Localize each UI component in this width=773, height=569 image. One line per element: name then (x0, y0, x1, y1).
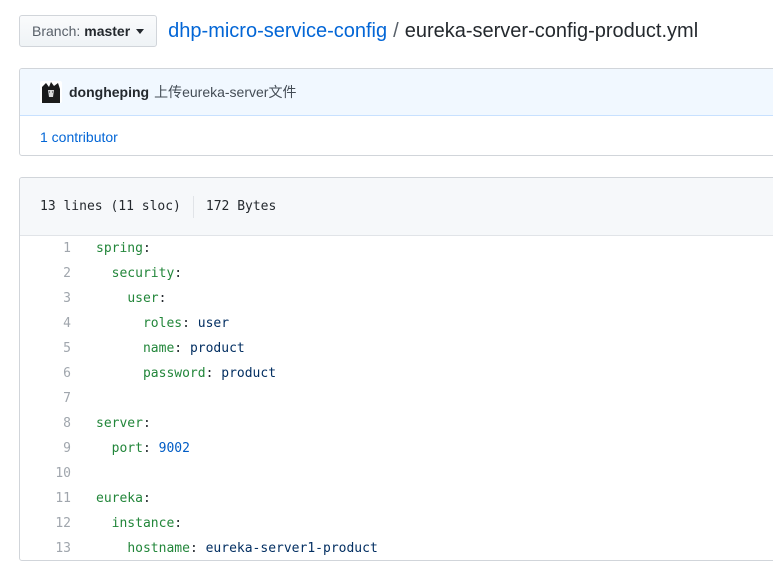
line-number[interactable]: 7 (20, 391, 71, 406)
line-number[interactable]: 1 (20, 241, 71, 256)
commit-message-link[interactable]: 上传eureka-server文件 (154, 82, 296, 102)
line-content: name: product (142, 341, 245, 356)
code-line: 9 port: 9002 (20, 436, 773, 461)
breadcrumb: dhp-micro-service-config / eureka-server… (168, 20, 698, 43)
breadcrumb-repo-link[interactable]: dhp-micro-service-config (168, 20, 387, 43)
file-header: 13 lines (11 sloc) 172 Bytes (20, 178, 773, 236)
yaml-key: server (96, 416, 143, 431)
code-listing: 1 spring: 2 security: 3 user: 4 roles: user 5… (20, 236, 773, 560)
file-size: 172 Bytes (205, 199, 277, 214)
code-line: 1 spring: (20, 236, 773, 261)
line-number[interactable]: 5 (20, 341, 71, 356)
file-navigation: Branch: master dhp-micro-service-config … (19, 13, 698, 49)
yaml-value: 9002 (158, 441, 190, 456)
line-number[interactable]: 8 (20, 416, 71, 431)
line-number[interactable]: 2 (20, 266, 71, 281)
code-line: 3 user: (20, 286, 773, 311)
commit-info-box: dongheping 上传eureka-server文件 1 contribut… (19, 68, 773, 156)
yaml-key: user (127, 291, 159, 306)
line-number[interactable]: 9 (20, 441, 71, 456)
file-viewer: 13 lines (11 sloc) 172 Bytes 1 spring: 2 s… (19, 177, 773, 561)
contributors-link[interactable]: 1 contributor (40, 129, 118, 145)
code-line: 4 roles: user (20, 311, 773, 336)
line-content: user: (127, 291, 167, 306)
code-line: 2 security: (20, 261, 773, 286)
code-line: 6 password: product (20, 361, 773, 386)
line-number[interactable]: 12 (20, 516, 71, 531)
latest-commit: dongheping 上传eureka-server文件 (20, 69, 773, 116)
branch-name: master (84, 23, 131, 39)
yaml-key: port (111, 441, 143, 456)
code-line: 7 (20, 386, 773, 411)
yaml-key: security (111, 266, 175, 281)
line-content: security: (111, 266, 183, 281)
code-line: 12 instance: (20, 511, 773, 536)
line-content: spring: (96, 241, 151, 256)
yaml-key: roles (142, 316, 183, 331)
line-content: instance: (111, 516, 183, 531)
yaml-key: hostname (127, 541, 190, 556)
yaml-key: spring (96, 241, 143, 256)
file-line-count: 13 lines (11 sloc) (40, 199, 181, 214)
line-number[interactable]: 13 (20, 541, 71, 556)
code-line: 5 name: product (20, 336, 773, 361)
code-line: 13 hostname: eureka-server1-product (20, 536, 773, 560)
yaml-key: eureka (96, 491, 143, 506)
line-content: roles: user (142, 316, 230, 331)
line-number[interactable]: 3 (20, 291, 71, 306)
branch-label: Branch: (32, 23, 81, 39)
line-number[interactable]: 10 (20, 466, 71, 481)
file-info-divider (192, 195, 194, 218)
code-line: 11 eureka: (20, 486, 773, 511)
line-content: port: 9002 (111, 441, 190, 456)
branch-select-button[interactable]: Branch: master (19, 15, 158, 47)
caret-down-icon (136, 28, 145, 34)
contributors-row: 1 contributor (20, 116, 773, 155)
yaml-value: product (189, 341, 245, 356)
yaml-key: name (142, 341, 175, 356)
code-line: 8 server: (20, 411, 773, 436)
line-number[interactable]: 4 (20, 316, 71, 331)
line-number[interactable]: 11 (20, 491, 71, 506)
line-content: password: product (142, 366, 277, 381)
breadcrumb-file-name: eureka-server-config-product.yml (404, 19, 699, 42)
yaml-value: user (197, 316, 230, 331)
line-content: hostname: eureka-server1-product (127, 541, 378, 556)
commit-author-link[interactable]: dongheping (69, 84, 149, 100)
yaml-key: instance (111, 516, 175, 531)
breadcrumb-separator: / (393, 19, 399, 42)
code-line: 10 (20, 461, 773, 486)
avatar[interactable] (40, 81, 62, 103)
yaml-key: password (142, 366, 206, 381)
yaml-value: eureka-server1-product (205, 541, 378, 556)
line-number[interactable]: 6 (20, 366, 71, 381)
line-content: eureka: (96, 491, 151, 506)
line-content: server: (96, 416, 151, 431)
yaml-value: product (221, 366, 277, 381)
